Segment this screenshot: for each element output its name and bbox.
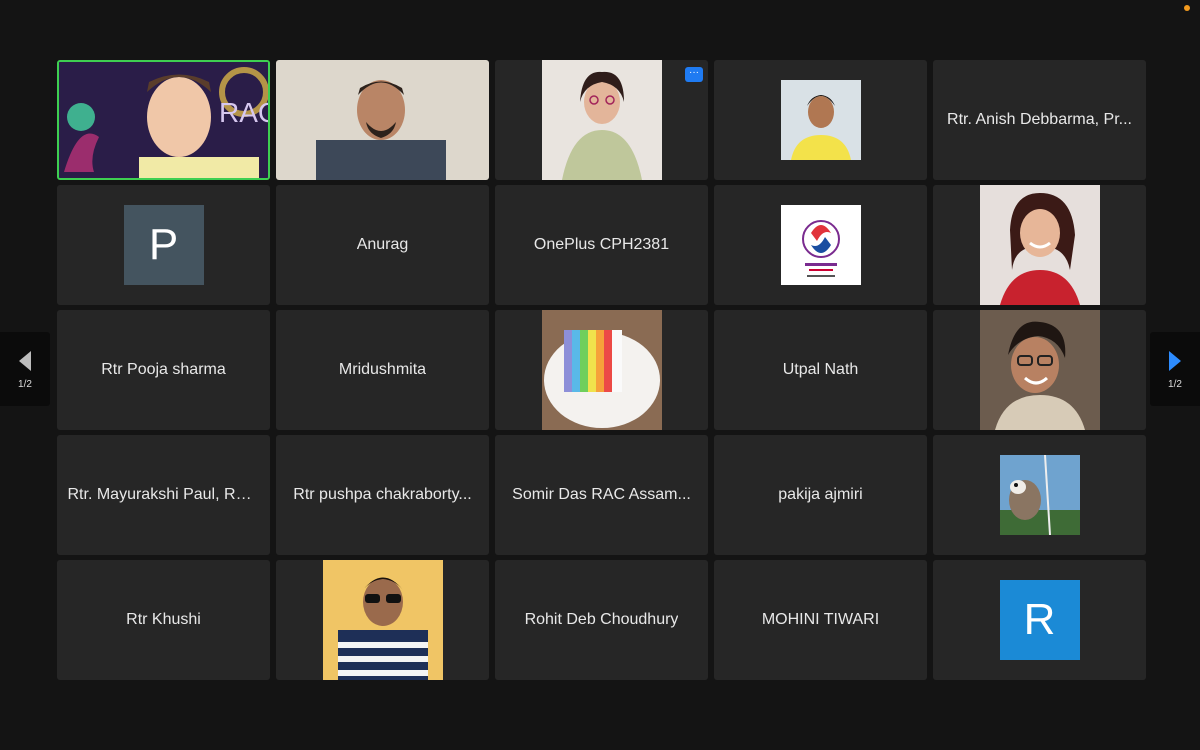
participant-tile-photo[interactable]: [933, 435, 1146, 555]
participant-tile-photo[interactable]: [714, 185, 927, 305]
participant-tile-name[interactable]: Rtr. Anish Debbarma, Pr...: [933, 60, 1146, 180]
man-sunglasses-photo-icon: [322, 560, 443, 680]
participant-tile-photo[interactable]: ···: [495, 60, 708, 180]
participant-name: Rohit Deb Choudhury: [524, 611, 679, 628]
dog-photo-icon: [999, 455, 1080, 535]
participant-name: Rtr pushpa chakraborty...: [293, 486, 472, 503]
man-photo-icon: [780, 80, 861, 160]
rotaract-logo-icon: [780, 205, 861, 285]
woman-photo-icon: [541, 60, 662, 180]
more-options-icon[interactable]: ···: [685, 67, 703, 82]
participant-tile-name[interactable]: Rtr Khushi: [57, 560, 270, 680]
participant-tile-name[interactable]: Somir Das RAC Assam...: [495, 435, 708, 555]
participant-tile-video[interactable]: [276, 60, 489, 180]
participant-tile-name[interactable]: pakija ajmiri: [714, 435, 927, 555]
participant-tile-photo[interactable]: [714, 60, 927, 180]
avatar: R: [999, 580, 1080, 660]
avatar: P: [123, 205, 204, 285]
participant-name: pakija ajmiri: [778, 486, 863, 503]
participant-name: Rtr. Anish Debbarma, Pr...: [947, 111, 1132, 128]
page-indicator: 1/2: [1168, 378, 1182, 390]
participant-tile-active-speaker[interactable]: RAC: [57, 60, 270, 180]
participant-tile-avatar[interactable]: P: [57, 185, 270, 305]
page-indicator: 1/2: [18, 378, 32, 390]
participant-tile-name[interactable]: Rtr Pooja sharma: [57, 310, 270, 430]
participant-tile-name[interactable]: Anurag: [276, 185, 489, 305]
participant-name: OnePlus CPH2381: [533, 236, 670, 253]
man-glasses-photo-icon: [979, 310, 1100, 430]
participant-name: Somir Das RAC Assam...: [512, 486, 691, 503]
girl-photo-icon: [979, 185, 1100, 305]
participant-tile-name[interactable]: Rtr. Mayurakshi Paul, RA...: [57, 435, 270, 555]
participant-tile-photo[interactable]: [933, 185, 1146, 305]
man-video-icon: [276, 60, 489, 180]
participant-tile-photo[interactable]: [495, 310, 708, 430]
participant-tile-name[interactable]: Rohit Deb Choudhury: [495, 560, 708, 680]
participant-tile-name[interactable]: Mridushmita: [276, 310, 489, 430]
participant-tile-photo[interactable]: [933, 310, 1146, 430]
next-page-button[interactable]: 1/2: [1150, 332, 1200, 406]
previous-page-button[interactable]: 1/2: [0, 332, 50, 406]
speaker-video-icon: RAC: [59, 62, 268, 178]
gallery-grid: RAC ···: [57, 60, 1146, 680]
participant-name: Rtr. Mayurakshi Paul, RA...: [67, 486, 260, 503]
participant-tile-name[interactable]: Rtr pushpa chakraborty...: [276, 435, 489, 555]
svg-text:RAC: RAC: [219, 97, 268, 128]
participant-tile-name[interactable]: Utpal Nath: [714, 310, 927, 430]
rainbow-cake-photo-icon: [541, 310, 662, 430]
participant-name: Utpal Nath: [782, 361, 859, 378]
participant-tile-avatar[interactable]: R: [933, 560, 1146, 680]
participant-name: MOHINI TIWARI: [761, 611, 880, 628]
participant-tile-name[interactable]: OnePlus CPH2381: [495, 185, 708, 305]
chevron-left-icon: [19, 350, 31, 371]
participant-name: Rtr Pooja sharma: [101, 361, 226, 378]
recording-indicator-dot: [1184, 5, 1190, 11]
chevron-right-icon: [1169, 350, 1181, 371]
participant-name: Anurag: [356, 236, 409, 253]
participant-tile-name[interactable]: MOHINI TIWARI: [714, 560, 927, 680]
participant-tile-photo[interactable]: [276, 560, 489, 680]
participant-name: Rtr Khushi: [126, 611, 201, 628]
participant-name: Mridushmita: [338, 361, 427, 378]
